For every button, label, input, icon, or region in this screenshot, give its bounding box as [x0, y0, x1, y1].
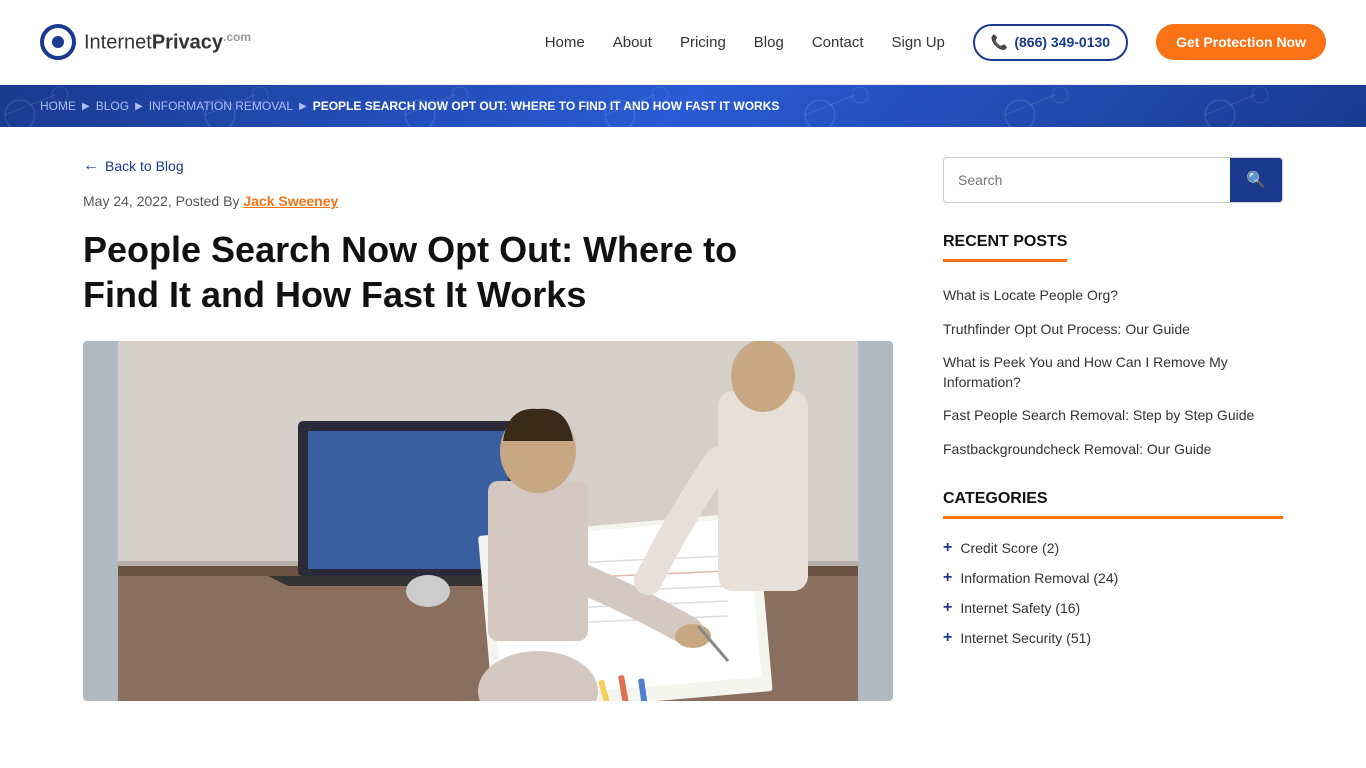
- category-link-2[interactable]: Information Removal (24): [960, 570, 1118, 586]
- category-link-3[interactable]: Internet Safety (16): [960, 600, 1080, 616]
- recent-posts-title: RECENT POSTS: [943, 233, 1067, 262]
- cat-plus-icon-2: +: [943, 569, 952, 587]
- back-arrow-icon: ←: [83, 157, 99, 175]
- sidebar: 🔍 RECENT POSTS What is Locate People Org…: [943, 157, 1283, 701]
- search-input[interactable]: [944, 160, 1230, 200]
- list-item: + Information Removal (24): [943, 563, 1283, 593]
- post-posted-by: Posted By: [176, 193, 240, 209]
- search-icon: 🔍: [1246, 172, 1266, 189]
- recent-posts-section: RECENT POSTS What is Locate People Org? …: [943, 233, 1283, 460]
- breadcrumb-sep-2: ▶: [135, 101, 143, 112]
- back-to-blog-label: Back to Blog: [105, 158, 184, 174]
- phone-number: (866) 349-0130: [1014, 34, 1110, 50]
- search-box: 🔍: [943, 157, 1283, 203]
- main-nav: Home About Pricing Blog Contact Sign Up …: [545, 24, 1326, 61]
- list-item: + Credit Score (2): [943, 533, 1283, 563]
- list-item: + Internet Security (51): [943, 623, 1283, 653]
- recent-post-link-4[interactable]: Fast People Search Removal: Step by Step…: [943, 407, 1254, 423]
- logo-text: InternetPrivacy.com: [84, 30, 251, 55]
- logo-icon: [40, 24, 76, 60]
- list-item: + Internet Safety (16): [943, 593, 1283, 623]
- categories-section: CATEGORIES + Credit Score (2) + Informat…: [943, 490, 1283, 653]
- post-featured-image: [83, 341, 893, 701]
- recent-post-link-3[interactable]: What is Peek You and How Can I Remove My…: [943, 354, 1228, 390]
- category-link-1[interactable]: Credit Score (2): [960, 540, 1059, 556]
- post-meta: May 24, 2022, Posted By Jack Sweeney: [83, 193, 893, 209]
- list-item: Fast People Search Removal: Step by Step…: [943, 406, 1283, 426]
- recent-post-link-5[interactable]: Fastbackgroundcheck Removal: Our Guide: [943, 441, 1211, 457]
- breadcrumb-sep-3: ▶: [299, 101, 307, 112]
- category-link-4[interactable]: Internet Security (51): [960, 630, 1091, 646]
- breadcrumb-sep-1: ▶: [82, 101, 90, 112]
- get-protection-button[interactable]: Get Protection Now: [1156, 24, 1326, 60]
- post-date: May 24, 2022: [83, 193, 168, 209]
- nav-contact[interactable]: Contact: [812, 34, 864, 51]
- recent-post-link-2[interactable]: Truthfinder Opt Out Process: Our Guide: [943, 321, 1190, 337]
- breadcrumb-home[interactable]: HOME: [40, 99, 76, 113]
- cat-plus-icon-1: +: [943, 539, 952, 557]
- nav-pricing[interactable]: Pricing: [680, 34, 726, 51]
- nav-signup[interactable]: Sign Up: [892, 34, 945, 51]
- recent-posts-list: What is Locate People Org? Truthfinder O…: [943, 286, 1283, 460]
- recent-post-link-1[interactable]: What is Locate People Org?: [943, 287, 1118, 303]
- logo[interactable]: InternetPrivacy.com: [40, 24, 251, 60]
- search-button[interactable]: 🔍: [1230, 158, 1282, 202]
- list-item: Truthfinder Opt Out Process: Our Guide: [943, 320, 1283, 340]
- list-item: What is Locate People Org?: [943, 286, 1283, 306]
- nav-about[interactable]: About: [613, 34, 652, 51]
- cat-plus-icon-3: +: [943, 599, 952, 617]
- post-title: People Search Now Opt Out: Where to Find…: [83, 227, 893, 317]
- categories-list: + Credit Score (2) + Information Removal…: [943, 533, 1283, 653]
- breadcrumb-bar: HOME ▶ BLOG ▶ INFORMATION REMOVAL ▶ PEOP…: [0, 85, 1366, 127]
- back-to-blog-link[interactable]: ← Back to Blog: [83, 157, 184, 175]
- categories-title: CATEGORIES: [943, 490, 1283, 519]
- cat-plus-icon-4: +: [943, 629, 952, 647]
- list-item: What is Peek You and How Can I Remove My…: [943, 353, 1283, 392]
- breadcrumb-info-removal[interactable]: INFORMATION REMOVAL: [149, 99, 293, 113]
- list-item: Fastbackgroundcheck Removal: Our Guide: [943, 440, 1283, 460]
- nav-blog[interactable]: Blog: [754, 34, 784, 51]
- main-container: ← Back to Blog May 24, 2022, Posted By J…: [43, 127, 1323, 731]
- phone-icon: 📞: [991, 34, 1008, 51]
- nav-home[interactable]: Home: [545, 34, 585, 51]
- post-author-link[interactable]: Jack Sweeney: [243, 193, 338, 209]
- breadcrumb-current: PEOPLE SEARCH NOW OPT OUT: WHERE TO FIND…: [313, 99, 780, 113]
- breadcrumb-blog[interactable]: BLOG: [96, 99, 129, 113]
- content-col: ← Back to Blog May 24, 2022, Posted By J…: [83, 157, 893, 701]
- phone-button[interactable]: 📞 (866) 349-0130: [973, 24, 1128, 61]
